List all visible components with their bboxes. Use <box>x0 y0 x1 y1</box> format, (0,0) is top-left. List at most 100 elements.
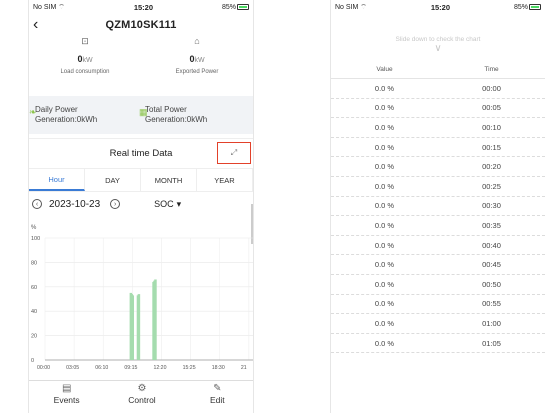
row-time: 00:20 <box>482 162 501 172</box>
row-time: 00:55 <box>482 299 501 309</box>
table-body: 0.0 % 00:00 0.0 % 00:05 0.0 % 00:10 0.0 % 00:15… <box>331 79 545 354</box>
row-time: 00:00 <box>482 83 501 93</box>
tab-day[interactable]: DAY <box>85 169 141 191</box>
row-value: 0.0 % <box>374 122 395 132</box>
y-axis-label: % <box>31 225 37 231</box>
soc-bar <box>137 294 141 360</box>
row-value: 0.0 % <box>374 142 395 152</box>
column-time: Time <box>484 66 499 73</box>
table-row: 0.0 % 00:05 <box>331 99 545 119</box>
events-icon: ▤ <box>61 383 72 394</box>
total-generation: ▦ Total Power Generation:0kWh <box>139 105 251 125</box>
table-row: 0.0 % 00:20 <box>331 157 545 177</box>
x-tick-label: 12:20 <box>153 365 166 371</box>
export-unit: kW <box>194 57 205 64</box>
metric-dropdown[interactable]: SOC ▾ <box>154 199 181 210</box>
battery-icon-right <box>529 3 541 10</box>
events-button[interactable]: ▤ Events <box>29 381 104 413</box>
wifi-icon: ⌔ <box>58 3 65 11</box>
row-value: 0.0 % <box>374 260 395 270</box>
row-time: 00:50 <box>482 279 501 289</box>
next-date-icon[interactable]: › <box>110 199 121 209</box>
soc-bar <box>131 295 135 360</box>
date-label[interactable]: 2023-10-23 <box>49 199 100 210</box>
x-tick-label: 03:05 <box>66 365 79 371</box>
metric-label: SOC <box>154 199 174 209</box>
carrier-label-right: No SIM <box>335 3 359 11</box>
solar-panel-icon: ▦ <box>139 107 148 117</box>
gear-icon: ⚙ <box>137 383 147 394</box>
table-row: 0.0 % 00:40 <box>331 236 545 256</box>
status-bar: No SIM ⌔ 15:20 85% <box>29 0 253 14</box>
back-icon[interactable]: ‹ <box>33 16 38 34</box>
y-tick-label: 0 <box>31 358 34 364</box>
load-consumption-card: ⊡ 0kW Load consumption <box>40 36 130 75</box>
dropdown-caret-icon: ▾ <box>176 198 182 209</box>
row-time: 00:30 <box>482 201 501 211</box>
row-value: 0.0 % <box>374 201 395 211</box>
row-time: 00:45 <box>482 260 501 270</box>
table-row: 0.0 % 00:10 <box>331 118 545 138</box>
row-value: 0.0 % <box>374 162 395 172</box>
row-time: 00:40 <box>482 240 501 250</box>
control-button[interactable]: ⚙ Control <box>104 381 179 413</box>
table-row: 0.0 % 00:35 <box>331 216 545 236</box>
tab-hour[interactable]: Hour <box>29 169 85 191</box>
battery-label: 85% <box>221 3 236 11</box>
total-generation-line1: Total Power <box>145 105 187 114</box>
clock-label: 15:20 <box>133 2 154 12</box>
table-row: 0.0 % 00:45 <box>331 255 545 275</box>
load-unit: kW <box>82 57 93 64</box>
clock-label-right: 15:20 <box>430 2 451 12</box>
carrier-label: No SIM <box>33 3 57 11</box>
exported-power-card: ⌂ 0kW Exported Power <box>152 36 242 75</box>
load-label: Load consumption <box>60 69 110 75</box>
column-value: Value <box>376 66 393 73</box>
daily-generation: ❧ Daily Power Generation:0kWh <box>29 105 141 125</box>
section-title: Real time Data <box>109 148 173 159</box>
nav-bar: ‹ QZM10SK111 <box>29 14 253 36</box>
row-value: 0.0 % <box>374 318 395 328</box>
x-tick-label: 21 <box>241 365 247 371</box>
row-time: 00:35 <box>482 220 501 230</box>
realtime-screen: No SIM ⌔ 15:20 85% ‹ QZM10SK111 ⊡ 0kW Lo… <box>28 0 254 413</box>
row-value: 0.0 % <box>374 240 395 250</box>
battery-label-right: 85% <box>513 3 528 11</box>
generation-summary: ❧ Daily Power Generation:0kWh ▦ Total Po… <box>29 96 253 134</box>
table-row: 0.0 % 00:55 <box>331 295 545 315</box>
row-value: 0.0 % <box>374 83 395 93</box>
daily-generation-line1: Daily Power <box>35 105 78 114</box>
y-tick-label: 80 <box>31 260 37 266</box>
battery-icon <box>237 3 249 10</box>
tab-year[interactable]: YEAR <box>197 169 253 191</box>
bottom-nav: ▤ Events ⚙ Control ✎ Edit <box>29 380 253 413</box>
edit-label: Edit <box>209 395 225 405</box>
wifi-icon-right: ⌔ <box>360 3 367 11</box>
row-time: 00:05 <box>482 103 501 113</box>
previous-date-icon[interactable]: ‹ <box>32 199 42 209</box>
edit-button[interactable]: ✎ Edit <box>180 381 253 413</box>
table-row: 0.0 % 00:25 <box>331 177 545 197</box>
row-time: 01:05 <box>482 338 501 348</box>
tab-month[interactable]: MONTH <box>141 169 197 191</box>
y-tick-label: 60 <box>31 285 37 291</box>
chevron-down-icon[interactable]: ∨ <box>331 44 545 54</box>
total-generation-line2: Generation:0kWh <box>145 115 208 124</box>
daily-generation-line2: Generation:0kWh <box>35 115 98 124</box>
y-tick-label: 100 <box>31 236 40 242</box>
x-tick-label: 15:25 <box>183 365 196 371</box>
data-table-screen: No SIM ⌔ 15:20 85% Slide down to check t… <box>330 0 545 413</box>
row-value: 0.0 % <box>374 338 395 348</box>
page-title: QZM10SK111 <box>105 19 177 31</box>
edit-icon: ✎ <box>213 383 222 394</box>
section-header: Real time Data ⤢ <box>29 138 253 168</box>
row-time: 00:25 <box>482 181 501 191</box>
load-icon: ⊡ <box>81 36 89 46</box>
expand-icon[interactable]: ⤢ <box>217 142 251 164</box>
table-row: 0.0 % 00:00 <box>331 79 545 99</box>
y-tick-label: 40 <box>31 309 37 315</box>
period-tabs: Hour DAY MONTH YEAR <box>29 168 253 192</box>
row-value: 0.0 % <box>374 220 395 230</box>
x-tick-label: 06:10 <box>95 365 108 371</box>
table-row: 0.0 % 01:00 <box>331 314 545 334</box>
